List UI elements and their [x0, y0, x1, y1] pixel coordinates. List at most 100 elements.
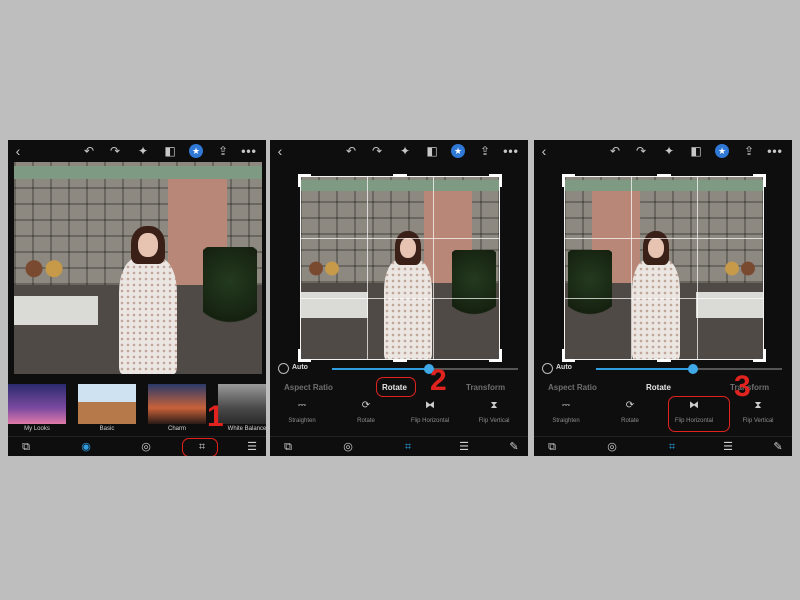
adjust-icon[interactable]: ☰ — [456, 440, 472, 454]
flip-horizontal-icon: ⧓ — [425, 400, 435, 411]
premium-star-icon[interactable]: ★ — [189, 144, 203, 158]
flip-vertical-button[interactable]: ⧗ Flip Vertical — [726, 398, 790, 432]
crop-handle-top-left[interactable] — [562, 174, 575, 187]
rotate-tools: ⎓ Straighten ⟳ Rotate ⧓ Flip Horizontal … — [270, 398, 528, 432]
crop-icon[interactable]: ⌗ — [400, 440, 416, 454]
rotate-icon: ⟳ — [361, 400, 371, 411]
auto-label: Auto — [292, 364, 308, 371]
straighten-button[interactable]: ⎓ Straighten — [534, 398, 598, 432]
blend-icon[interactable]: ◎ — [138, 440, 154, 454]
redo-icon[interactable]: ↷ — [370, 143, 384, 159]
crop-handle-top-left[interactable] — [298, 174, 311, 187]
undo-icon[interactable]: ↶ — [344, 143, 358, 159]
undo-icon[interactable]: ↶ — [608, 143, 622, 159]
back-icon[interactable]: ‹ — [12, 143, 24, 159]
crop-handle-top-right[interactable] — [489, 174, 502, 187]
rotate-button[interactable]: ⟳ Rotate — [598, 398, 662, 432]
bottom-nav: ⧉ ◎ ⌗ ☰ ✎ — [270, 436, 528, 456]
adjust-icon[interactable]: ☰ — [720, 440, 736, 454]
auto-enhance-icon[interactable]: ✦ — [662, 143, 676, 159]
auto-enhance-icon[interactable]: ✦ — [398, 143, 412, 159]
compare-icon[interactable]: ◧ — [424, 143, 440, 159]
straighten-icon: ⎓ — [298, 400, 306, 411]
more-icon[interactable]: ••• — [766, 143, 784, 159]
more-icon[interactable]: ••• — [502, 143, 520, 159]
adjust-icon[interactable]: ☰ — [244, 440, 260, 454]
auto-label: Auto — [556, 364, 572, 371]
photo-canvas[interactable] — [14, 162, 262, 374]
preset-basic[interactable]: Basic — [78, 384, 136, 434]
tab-transform[interactable]: Transform — [466, 380, 505, 396]
more-icon[interactable]: ••• — [240, 143, 258, 159]
heal-icon[interactable]: ✎ — [506, 440, 522, 454]
bottom-nav: ⧉ ◉ ◎ ⌗ ☰ — [8, 436, 266, 456]
tool-label: Rotate — [357, 418, 375, 424]
auto-toggle-icon[interactable] — [542, 363, 553, 374]
redo-icon[interactable]: ↷ — [634, 143, 648, 159]
share-icon[interactable]: ⇪ — [742, 143, 756, 159]
editor-panel-looks: ‹ ↶ ↷ ✦ ◧ ★ ⇪ ••• My Looks Basic Charm W… — [8, 140, 266, 456]
tool-label: Flip Vertical — [478, 418, 510, 424]
premium-star-icon[interactable]: ★ — [451, 144, 465, 158]
crop-handle-top[interactable] — [393, 174, 407, 177]
tab-rotate[interactable]: Rotate — [646, 380, 671, 396]
looks-icon[interactable]: ⧉ — [280, 440, 296, 454]
heal-icon[interactable]: ✎ — [770, 440, 786, 454]
crop-handle-top-right[interactable] — [753, 174, 766, 187]
preset-charm[interactable]: Charm — [148, 384, 206, 434]
preset-label: White Balance — [227, 426, 266, 432]
preset-white-balance[interactable]: White Balance — [218, 384, 266, 434]
preset-my-looks[interactable]: My Looks — [8, 384, 66, 434]
step-number-1: 1 — [207, 400, 224, 433]
share-icon[interactable]: ⇪ — [478, 143, 492, 159]
auto-straighten-row: Auto — [270, 362, 528, 376]
step-number-3: 3 — [734, 370, 751, 403]
straighten-button[interactable]: ⎓ Straighten — [270, 398, 334, 432]
tab-aspect-ratio[interactable]: Aspect Ratio — [548, 380, 597, 396]
blend-icon[interactable]: ◎ — [604, 440, 620, 454]
compare-icon[interactable]: ◧ — [688, 143, 704, 159]
share-icon[interactable]: ⇪ — [216, 143, 230, 159]
crop-handle-bottom-right[interactable] — [753, 349, 766, 362]
auto-enhance-icon[interactable]: ✦ — [136, 143, 150, 159]
compare-icon[interactable]: ◧ — [162, 143, 178, 159]
rotate-button[interactable]: ⟳ Rotate — [334, 398, 398, 432]
back-icon[interactable]: ‹ — [538, 143, 550, 159]
auto-straighten-row: Auto — [534, 362, 792, 376]
slider-thumb[interactable] — [687, 364, 698, 374]
looks-icon[interactable]: ⧉ — [544, 440, 560, 454]
top-toolbar: ‹ ↶ ↷ ✦ ◧ ★ ⇪ ••• — [270, 140, 528, 162]
redo-icon[interactable]: ↷ — [108, 143, 122, 159]
highlight-crop-ring — [182, 438, 218, 456]
rotation-slider[interactable] — [596, 364, 782, 374]
crop-frame[interactable] — [298, 174, 502, 362]
flip-vertical-button[interactable]: ⧗ Flip Vertical — [462, 398, 526, 432]
rotate-icon: ⟳ — [625, 400, 635, 411]
looks-icon[interactable]: ⧉ — [18, 440, 34, 454]
straighten-icon: ⎓ — [562, 400, 570, 411]
tab-aspect-ratio[interactable]: Aspect Ratio — [284, 380, 333, 396]
filter-icon[interactable]: ◉ — [78, 440, 94, 454]
crop-icon[interactable]: ⌗ — [664, 440, 680, 454]
blend-icon[interactable]: ◎ — [340, 440, 356, 454]
subject — [113, 225, 182, 374]
top-toolbar: ‹ ↶ ↷ ✦ ◧ ★ ⇪ ••• — [534, 140, 792, 162]
crop-frame[interactable] — [562, 174, 766, 362]
premium-star-icon[interactable]: ★ — [715, 144, 729, 158]
tool-label: Flip Horizontal — [410, 418, 450, 424]
auto-toggle-icon[interactable] — [278, 363, 289, 374]
flip-vertical-icon: ⧗ — [754, 400, 762, 411]
crop-handle-top[interactable] — [657, 174, 671, 177]
crop-handle-bottom-left[interactable] — [562, 349, 575, 362]
undo-icon[interactable]: ↶ — [82, 143, 96, 159]
crop-handle-bottom-left[interactable] — [298, 349, 311, 362]
top-toolbar: ‹ ↶ ↷ ✦ ◧ ★ ⇪ ••• — [8, 140, 266, 162]
rotation-slider[interactable] — [332, 364, 518, 374]
preset-label: Charm — [167, 426, 186, 432]
flip-horizontal-button[interactable]: ⧓ Flip Horizontal — [398, 398, 462, 432]
step-number-2: 2 — [430, 364, 447, 397]
highlight-rotate-ring — [376, 377, 416, 397]
back-icon[interactable]: ‹ — [274, 143, 286, 159]
looks-presets: My Looks Basic Charm White Balance — [8, 378, 266, 436]
crop-handle-bottom-right[interactable] — [489, 349, 502, 362]
